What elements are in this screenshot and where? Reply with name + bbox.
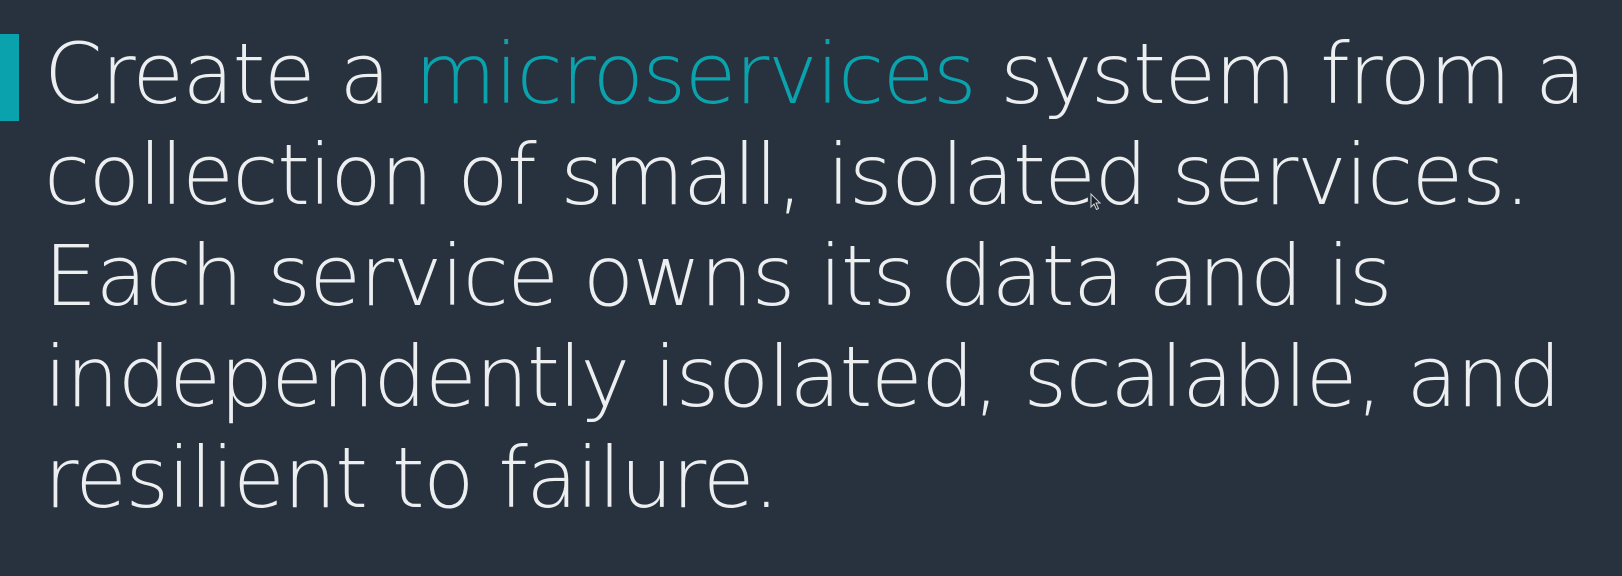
statement-line-3: Each service owns its data and is xyxy=(44,227,1393,325)
statement-line-1-after: system from a xyxy=(975,25,1586,123)
mouse-pointer-icon xyxy=(1090,193,1102,211)
accent-bar xyxy=(0,34,19,121)
statement-line-1-before: Create a xyxy=(44,25,415,123)
slide: Create a microservices system from a col… xyxy=(0,0,1622,576)
highlight-term: microservices xyxy=(414,25,977,123)
statement-line-4: independently isolated, scalable, and xyxy=(44,328,1561,426)
statement-line-2: collection of small, isolated services. xyxy=(44,126,1531,224)
statement-line-1: Create a microservices system from a xyxy=(44,24,1619,125)
statement-line-5: resilient to failure. xyxy=(44,429,780,527)
slide-statement: Create a microservices system from a col… xyxy=(44,24,1619,529)
